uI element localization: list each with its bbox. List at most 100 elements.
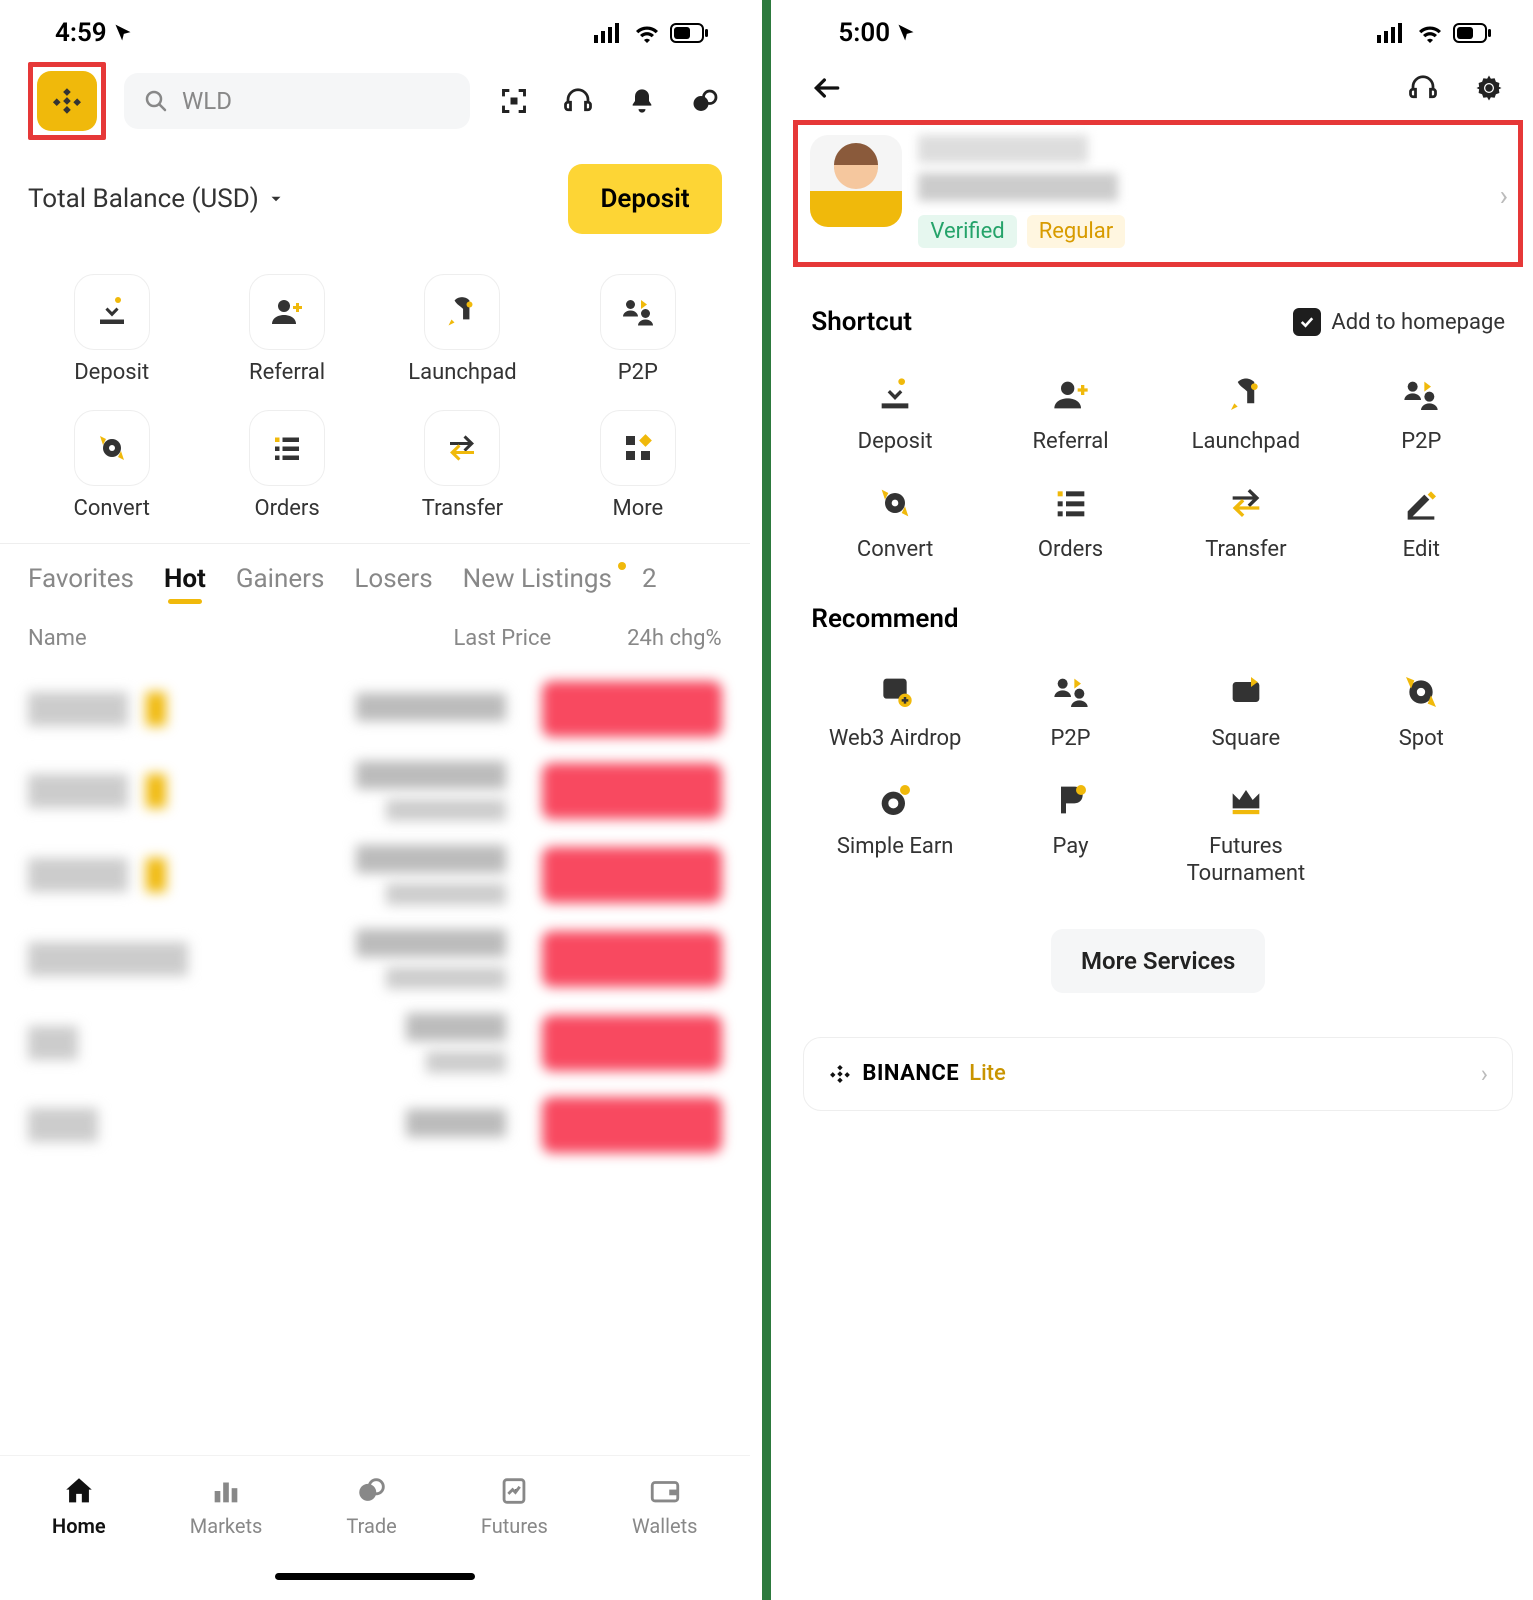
orders-icon	[1051, 483, 1091, 523]
more-icon	[620, 430, 656, 466]
shortcut-transfer[interactable]: Transfer	[379, 398, 546, 534]
recommend-futures-tournament[interactable]: Futures Tournament	[1162, 764, 1329, 899]
recommend-p2p[interactable]: P2P	[987, 656, 1154, 764]
airdrop-icon	[875, 672, 915, 712]
scan-icon[interactable]	[498, 85, 530, 117]
shortcut-convert[interactable]: Convert	[811, 467, 978, 575]
verified-badge: Verified	[918, 215, 1016, 248]
shortcut-p2p[interactable]: P2P	[1338, 359, 1505, 467]
earn-icon	[875, 780, 915, 820]
nav-home[interactable]: Home	[52, 1474, 106, 1538]
market-row[interactable]	[0, 1085, 750, 1165]
search-placeholder: WLD	[182, 87, 232, 115]
recommend-spot[interactable]: Spot	[1338, 656, 1505, 764]
search-input[interactable]: WLD	[124, 73, 470, 129]
shortcut-more[interactable]: More	[554, 398, 721, 534]
shortcut-convert[interactable]: Convert	[28, 398, 195, 534]
p2p-icon	[1051, 672, 1091, 712]
search-icon	[144, 89, 168, 113]
recommend-square[interactable]: Square	[1162, 656, 1329, 764]
tab-gainers[interactable]: Gainers	[236, 564, 325, 602]
market-row[interactable]	[0, 749, 750, 833]
section-shortcut-title: Shortcut	[811, 307, 912, 337]
shortcut-referral[interactable]: Referral	[203, 262, 370, 398]
nav-wallets[interactable]: Wallets	[632, 1474, 698, 1538]
futures-icon	[497, 1474, 531, 1508]
chevron-right-icon: ›	[1481, 1060, 1488, 1088]
home-icon	[62, 1474, 96, 1508]
support-icon[interactable]	[1407, 72, 1439, 104]
tab-losers[interactable]: Losers	[354, 564, 432, 602]
support-icon[interactable]	[562, 85, 594, 117]
wallet-icon	[648, 1474, 682, 1508]
status-time: 4:59	[55, 18, 107, 48]
p2p-icon	[1401, 375, 1441, 415]
pay-icon	[1051, 780, 1091, 820]
shortcut-p2p[interactable]: P2P	[554, 262, 721, 398]
market-row[interactable]	[0, 833, 750, 917]
location-icon	[896, 23, 916, 43]
trade-icon	[355, 1474, 389, 1508]
tab-more[interactable]: 2	[642, 564, 657, 602]
nav-trade[interactable]: Trade	[346, 1474, 396, 1538]
shortcut-grid: Deposit Referral Launchpad P2P Convert O…	[0, 252, 750, 543]
recommend-web3-airdrop[interactable]: Web3 Airdrop	[811, 656, 978, 764]
shortcut-launchpad[interactable]: Launchpad	[379, 262, 546, 398]
balance-label[interactable]: Total Balance (USD)	[28, 184, 285, 214]
recommend-simple-earn[interactable]: Simple Earn	[811, 764, 978, 899]
chevron-right-icon: ›	[1500, 179, 1508, 212]
top-header: WLD	[0, 48, 750, 154]
market-tabs: Favorites Hot Gainers Losers New Listing…	[0, 543, 750, 608]
settings-icon[interactable]	[1473, 72, 1505, 104]
col-name: Name	[28, 626, 87, 651]
col-change: 24h chg%	[627, 626, 721, 651]
back-button[interactable]	[811, 72, 843, 104]
avatar	[810, 135, 902, 227]
location-icon	[113, 23, 133, 43]
battery-icon	[670, 23, 710, 43]
shortcut-transfer[interactable]: Transfer	[1162, 467, 1329, 575]
market-list	[0, 669, 750, 1165]
p2p-icon	[620, 294, 656, 330]
list-header: Name Last Price 24h chg%	[0, 608, 750, 669]
tab-favorites[interactable]: Favorites	[28, 564, 134, 602]
recommend-pay[interactable]: Pay	[987, 764, 1154, 899]
add-to-homepage-toggle[interactable]: Add to homepage	[1293, 308, 1505, 336]
market-row[interactable]	[0, 1001, 750, 1085]
coin-icon[interactable]	[690, 85, 722, 117]
wifi-icon	[1417, 23, 1443, 43]
shortcut-launchpad[interactable]: Launchpad	[1162, 359, 1329, 467]
shortcut-deposit[interactable]: Deposit	[28, 262, 195, 398]
more-services-button[interactable]: More Services	[1051, 929, 1265, 993]
lite-brand: BINANCE	[862, 1061, 959, 1086]
deposit-button[interactable]: Deposit	[568, 164, 721, 234]
deposit-icon	[875, 375, 915, 415]
bell-icon[interactable]	[626, 85, 658, 117]
convert-icon	[875, 483, 915, 523]
binance-lite-card[interactable]: BINANCE Lite ›	[803, 1037, 1513, 1111]
tier-badge: Regular	[1027, 215, 1125, 248]
shortcut-referral[interactable]: Referral	[987, 359, 1154, 467]
profile-card[interactable]: Verified Regular ›	[793, 120, 1523, 267]
shortcut-deposit[interactable]: Deposit	[811, 359, 978, 467]
shortcut-edit[interactable]: Edit	[1338, 467, 1505, 575]
tab-new-listings[interactable]: New Listings	[463, 564, 612, 602]
home-indicator	[275, 1573, 475, 1580]
edit-icon	[1401, 483, 1441, 523]
cell-signal-icon	[594, 23, 624, 43]
profile-id-redacted	[918, 173, 1118, 201]
profile-name-redacted	[918, 135, 1088, 163]
deposit-icon	[94, 294, 130, 330]
nav-futures[interactable]: Futures	[481, 1474, 548, 1538]
nav-markets[interactable]: Markets	[190, 1474, 263, 1538]
market-row[interactable]	[0, 669, 750, 749]
status-bar: 4:59	[0, 0, 750, 48]
crown-icon	[1226, 780, 1266, 820]
market-row[interactable]	[0, 917, 750, 1001]
section-recommend-title: Recommend	[811, 604, 958, 634]
app-logo[interactable]	[37, 71, 97, 131]
tab-hot[interactable]: Hot	[164, 564, 206, 602]
shortcut-orders[interactable]: Orders	[987, 467, 1154, 575]
shortcut-orders[interactable]: Orders	[203, 398, 370, 534]
referral-icon	[269, 294, 305, 330]
